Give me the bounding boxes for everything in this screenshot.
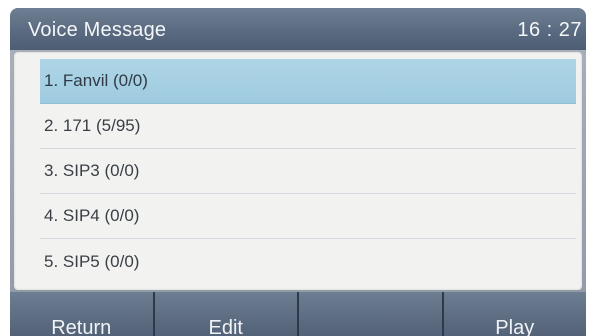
softkey-label: Edit — [208, 317, 243, 336]
list-item-fanvil[interactable]: 1. Fanvil (0/0) — [40, 59, 576, 104]
return-softkey[interactable]: Return — [10, 292, 155, 336]
voice-message-list: 1. Fanvil (0/0) 2. 171 (5/95) 3. SIP3 (0… — [40, 59, 576, 284]
phone-display: Voice Message 16 : 27 1. Fanvil (0/0) 2.… — [0, 0, 592, 336]
softkey-label: Return — [51, 317, 112, 336]
softkey-bar: Return Edit Play — [10, 292, 586, 336]
play-softkey[interactable]: Play — [443, 292, 586, 336]
softkey-label: Play — [495, 317, 535, 336]
list-item-sip3[interactable]: 3. SIP3 (0/0) — [40, 149, 576, 194]
voice-message-list-panel: 1. Fanvil (0/0) 2. 171 (5/95) 3. SIP3 (0… — [14, 52, 582, 290]
edit-softkey[interactable]: Edit — [154, 292, 299, 336]
page-title: Voice Message — [28, 19, 167, 41]
list-item-label: 4. SIP4 (0/0) — [44, 206, 140, 225]
list-item-171[interactable]: 2. 171 (5/95) — [40, 104, 576, 149]
list-item-label: 1. Fanvil (0/0) — [44, 71, 148, 90]
list-item-label: 2. 171 (5/95) — [44, 116, 141, 135]
clock: 16 : 27 — [517, 19, 582, 41]
list-item-sip5[interactable]: 5. SIP5 (0/0) — [40, 239, 576, 284]
list-item-label: 5. SIP5 (0/0) — [44, 251, 140, 271]
title-bar: Voice Message 16 : 27 — [10, 8, 586, 50]
blank-softkey[interactable] — [299, 292, 444, 336]
list-item-label: 3. SIP3 (0/0) — [44, 161, 140, 180]
lcd-screen: Voice Message 16 : 27 1. Fanvil (0/0) 2.… — [10, 8, 586, 336]
list-item-sip4[interactable]: 4. SIP4 (0/0) — [40, 194, 576, 239]
